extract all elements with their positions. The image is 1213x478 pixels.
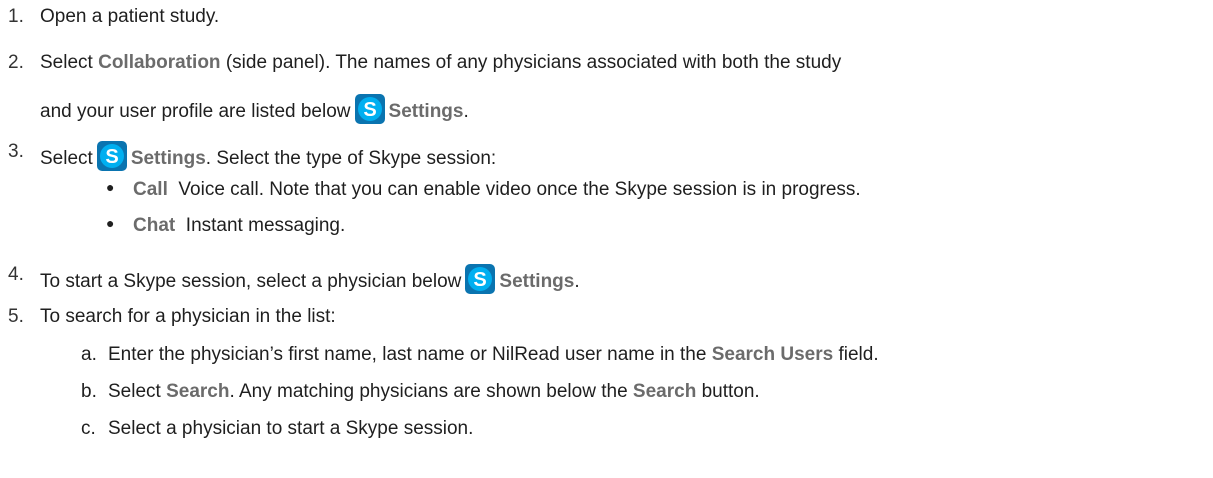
substep-letter: c. <box>81 418 96 439</box>
bullet-text: Chat Instant messaging. <box>133 215 346 236</box>
bold-term: Settings <box>388 101 464 122</box>
step-number: 5. <box>8 306 24 327</box>
substep-text: Select Search. Any matching physicians a… <box>108 381 760 402</box>
step-text: and your user profile are listed below S S… <box>40 94 469 124</box>
skype-icon: S <box>96 141 127 171</box>
instructions-page: 1. Open a patient study. 2. Select Colla… <box>0 0 1213 478</box>
substep-letter: b. <box>81 381 97 402</box>
bullet-dot: ● <box>106 215 115 231</box>
step-text: Select S Settings. Select the type of Skyp… <box>40 141 496 171</box>
step-number: 3. <box>8 141 24 162</box>
step-text: Open a patient study. <box>40 6 220 27</box>
step-text: To start a Skype session, select a physi… <box>40 264 580 294</box>
svg-text:S: S <box>363 99 376 121</box>
bullet-dot: ● <box>106 179 115 195</box>
step-number: 1. <box>8 6 24 27</box>
skype-icon: S <box>465 264 496 294</box>
bold-term: Settings <box>499 271 575 292</box>
svg-text:S: S <box>474 269 487 291</box>
bullet-text: Call Voice call. Note that you can enabl… <box>133 179 861 200</box>
step-number: 2. <box>8 52 24 73</box>
bold-term: Collaboration <box>98 52 221 73</box>
step-text: To search for a physician in the list: <box>40 306 336 327</box>
substep-text: Enter the physician’s first name, last n… <box>108 344 879 365</box>
step-text: Select Collaboration (side panel). The n… <box>40 52 842 73</box>
svg-text:S: S <box>105 146 118 168</box>
substep-letter: a. <box>81 344 97 365</box>
skype-icon: S <box>354 94 385 124</box>
step-number: 4. <box>8 264 24 285</box>
substep-text: Select a physician to start a Skype sess… <box>108 418 474 439</box>
bold-term: Settings <box>130 148 206 169</box>
